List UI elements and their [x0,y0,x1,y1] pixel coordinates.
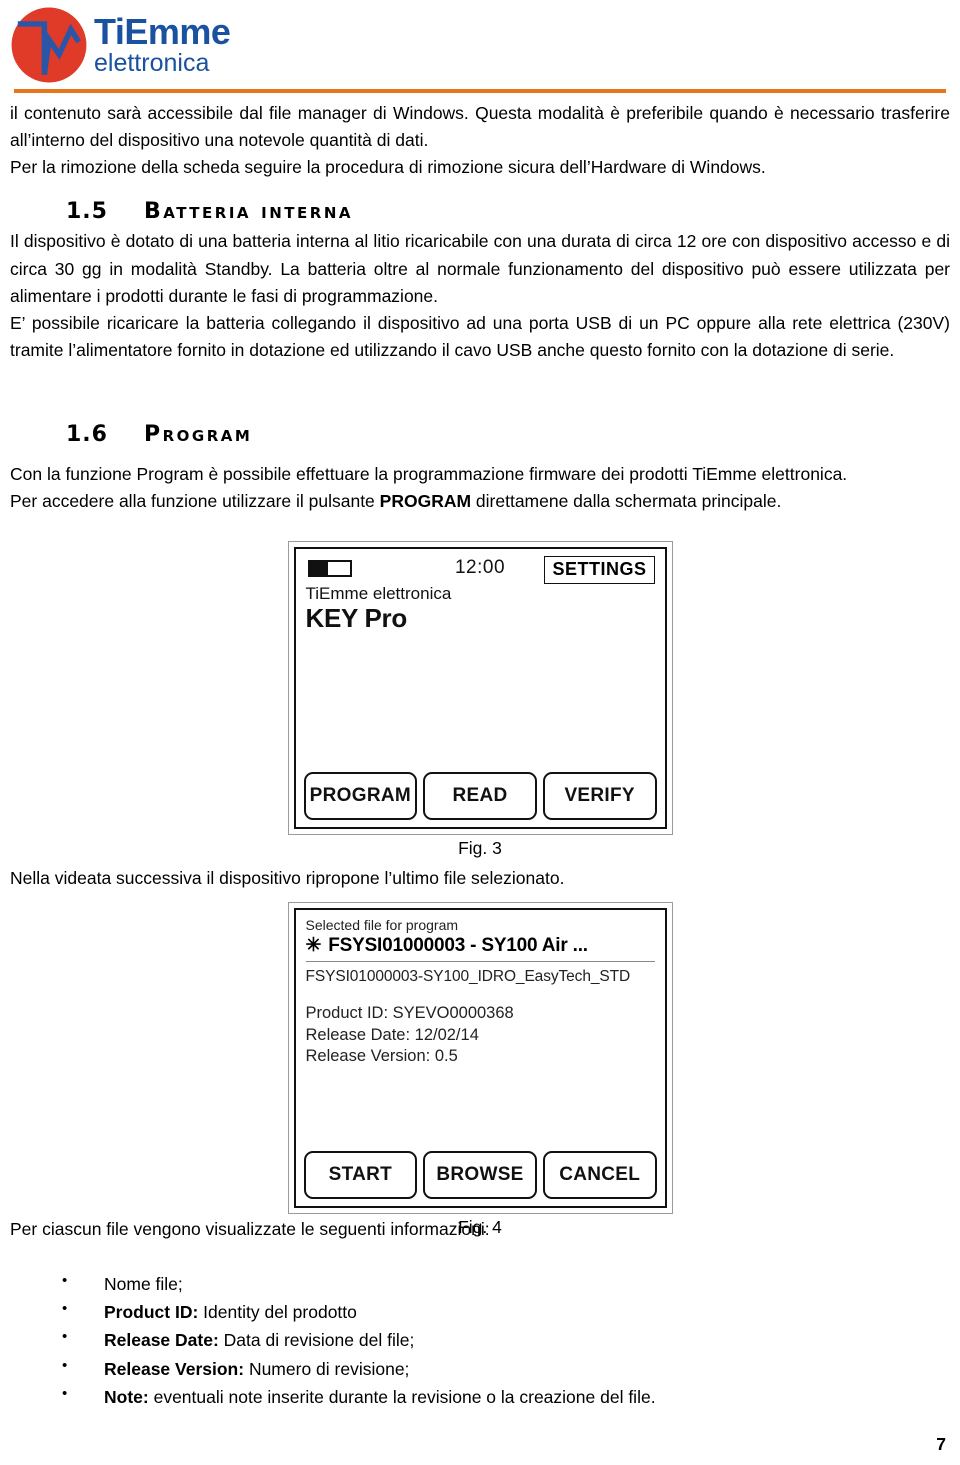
device-screen-main: 12:00 SETTINGS TiEmme elettronica KEY Pr… [293,547,667,830]
device-button-row-fileselect: START BROWSE CANCEL [303,1151,657,1200]
device-screen-fileselect: Selected file for program ✳ FSYSI0100000… [293,908,667,1209]
selected-file-label: Selected file for program [305,917,459,934]
list-item-text: Numero di revisione; [244,1358,410,1379]
section-title-program: Program [144,422,253,447]
device-button-row-main: PROGRAM READ VERIFY [303,772,657,821]
selected-file-row[interactable]: ✳ FSYSI01000003 - SY100 Air ... [306,935,655,957]
asterisk-icon: ✳ [305,934,322,956]
list-item-bold: Release Date: [104,1330,219,1351]
list-item-text: Identity del prodotto [198,1301,357,1322]
list-item-text: Nome file; [104,1273,183,1294]
list-item: Release Version: Numero di revisione; [62,1354,950,1383]
list-item-text: Data di revisione del file; [218,1330,415,1351]
document-page: TiEmme elettronica il contenuto sarà acc… [0,0,960,1465]
program-paragraph-2: Per accedere alla funzione utilizzare il… [10,488,950,515]
logo-wordmark: TiEmme elettronica [94,11,231,77]
battery-paragraph-1: Il dispositivo è dotato di una batteria … [10,231,950,306]
settings-button[interactable]: SETTINGS [544,556,655,585]
section-number-program: 1.6 [66,422,108,447]
list-intro-paragraph: Per ciascun file vengono visualizzate le… [10,1219,490,1240]
page-header: TiEmme elettronica [0,0,960,100]
program-button[interactable]: PROGRAM [303,772,418,821]
intro-paragraph-1: il contenuto sarà accessibile dal file m… [10,103,950,151]
selected-file-name: FSYSI01000003 - SY100 Air ... [328,934,588,956]
device-screenshot-main: 12:00 SETTINGS TiEmme elettronica KEY Pr… [287,541,673,836]
product-id-line: Product ID: SYEVO0000368 [305,1003,514,1022]
verify-button[interactable]: VERIFY [542,772,657,821]
figure-3-caption: Fig. 3 [458,838,502,859]
list-item-bold: Product ID: [104,1301,199,1322]
file-metadata-block: Product ID: SYEVO0000368 Release Date: 1… [306,1003,655,1068]
release-version-line: Release Version: 0.5 [305,1047,458,1066]
figure-4-block: Selected file for program ✳ FSYSI0100000… [10,902,950,1238]
program-paragraph-1: Con la funzione Program è possibile effe… [10,464,848,484]
cancel-button[interactable]: CANCEL [542,1151,657,1200]
start-button[interactable]: START [303,1151,418,1200]
release-date-line: Release Date: 12/02/14 [305,1025,479,1044]
list-item-bold: Note: [104,1386,149,1407]
info-bullet-list: Nome file; Product ID: Identity del prod… [10,1268,950,1412]
program-para2-after: direttamene dalla schermata principale. [471,491,782,512]
section-number-battery: 1.5 [66,199,108,225]
between-figures-paragraph: Nella videata successiva il dispositivo … [10,868,565,889]
logo-secondary-text: elettronica [94,49,210,77]
device-status-bar: 12:00 SETTINGS [306,556,655,585]
list-item-bold: Release Version: [104,1358,245,1379]
list-item-text: eventuali note inserite durante la revis… [148,1386,656,1407]
list-item: Nome file; [62,1268,950,1298]
page-content: il contenuto sarà accessibile dal file m… [10,100,950,1411]
tiemme-logo: TiEmme elettronica [10,6,231,84]
device-screenshot-fileselect: Selected file for program ✳ FSYSI0100000… [287,902,673,1215]
device-brand-label: TiEmme elettronica [305,584,452,604]
logo-primary-text: TiEmme [94,11,231,52]
browse-button[interactable]: BROWSE [423,1151,537,1200]
section-title-battery: Batteria interna [144,199,353,225]
device-model-label: KEY Pro [305,603,408,634]
list-item: Release Date: Data di revisione del file… [62,1325,950,1354]
tiemme-logo-mark [11,7,87,83]
program-para2-bold: PROGRAM [379,491,472,512]
list-item: Product ID: Identity del prodotto [62,1297,950,1326]
header-divider-rule [14,89,946,93]
intro-paragraph-2: Per la rimozione della scheda seguire la… [10,157,766,178]
page-number: 7 [936,1434,946,1454]
section-heading-battery: 1.5 Batteria interna [10,199,950,224]
battery-paragraph-2: E’ possibile ricaricare la batteria coll… [10,312,950,360]
full-file-name: FSYSI01000003-SY100_IDRO_EasyTech_STD [305,967,631,985]
program-para2-before: Per accedere alla funzione utilizzare il… [10,491,380,512]
file-divider [305,960,655,962]
section-heading-program: 1.6 Program [10,422,950,447]
read-button[interactable]: READ [423,772,537,821]
figure-3-block: 12:00 SETTINGS TiEmme elettronica KEY Pr… [10,541,950,859]
list-item: Note: eventuali note inserite durante la… [62,1382,950,1411]
